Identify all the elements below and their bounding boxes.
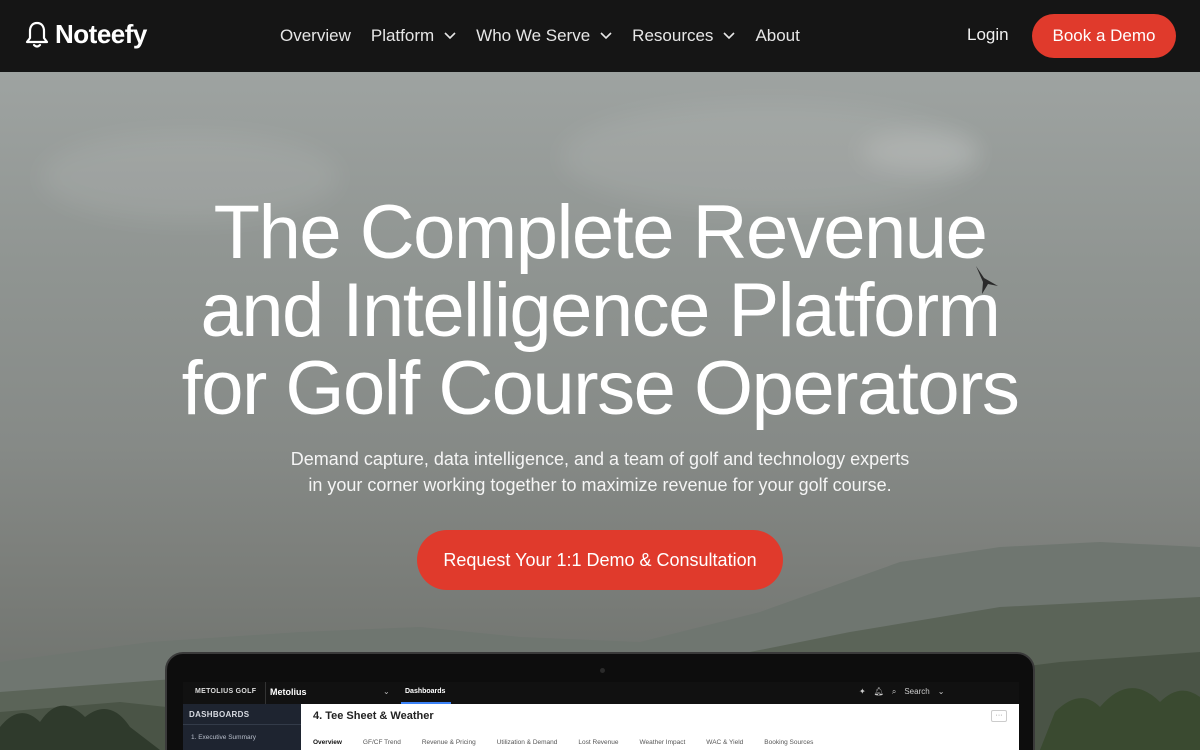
dashboard-toolbar: ✦ 🔔︎ ⌕ Search ⌄ [859,687,944,697]
chevron-down-icon [600,32,612,40]
tab-lost-revenue[interactable]: Lost Revenue [578,739,618,746]
active-tab-underline [401,702,451,704]
divider [265,682,266,704]
hero-section: The Complete Revenue and Intelligence Pl… [0,72,1200,750]
camera-dot [600,668,605,673]
nav-links: Overview Platform Who We Serve Resources… [280,0,820,72]
dashboard-page-title: 4. Tee Sheet & Weather [313,710,434,722]
sidebar-heading: DASHBOARDS [189,710,250,719]
search-icon[interactable]: ⌕ [892,687,896,697]
bell-icon[interactable]: 🔔︎ [874,687,884,697]
chevron-down-icon [723,32,736,40]
nav-who-we-serve[interactable]: Who We Serve [476,26,612,46]
headline-line-1: The Complete Revenue [213,190,988,275]
dashboard-screen: METOLIUS GOLF Metolius ⌄ Dashboards ✦ 🔔︎… [183,682,1019,750]
chevron-down-icon: ⌄ [937,687,945,696]
tab-dashboards[interactable]: Dashboards [405,688,445,695]
hero-subtitle: Demand capture, data intelligence, and a… [200,446,1000,498]
tab-revenue-pricing[interactable]: Revenue & Pricing [422,739,476,746]
brand-logo[interactable]: Noteefy [25,19,147,50]
more-options-icon[interactable]: ··· [991,710,1007,722]
nav-platform-label: Platform [370,26,435,45]
nav-about-label: About [755,26,800,45]
chevron-down-icon [444,32,456,40]
property-selector[interactable]: Metolius [270,687,307,697]
sidebar-item-executive-summary[interactable]: 1. Executive Summary [191,734,256,741]
dashboard-topbar: METOLIUS GOLF Metolius ⌄ Dashboards ✦ 🔔︎… [183,682,1019,704]
hero-headline: The Complete Revenue and Intelligence Pl… [100,194,1100,428]
bell-icon [25,21,49,48]
nav-about[interactable]: About [755,26,799,46]
tab-overview[interactable]: Overview [313,739,342,746]
request-demo-button[interactable]: Request Your 1:1 Demo & Consultation [417,530,783,590]
tab-weather-impact[interactable]: Weather Impact [640,739,686,746]
laptop-mockup: METOLIUS GOLF Metolius ⌄ Dashboards ✦ 🔔︎… [165,652,1035,750]
nav-resources-label: Resources [632,26,714,45]
nav-overview-label: Overview [280,26,351,45]
tab-booking-sources[interactable]: Booking Sources [764,739,813,746]
dashboard-tabs: Overview GF/CF Trend Revenue & Pricing U… [313,739,813,746]
tab-utilization-demand[interactable]: Utilization & Demand [497,739,558,746]
tab-wac-yield[interactable]: WAC & Yield [706,739,743,746]
dashboard-brand: METOLIUS GOLF [195,688,257,695]
chevron-down-icon: ⌄ [383,687,390,696]
divider [183,724,301,725]
nav-overview[interactable]: Overview [280,26,351,46]
login-link[interactable]: Login [967,25,1009,45]
brand-name: Noteefy [55,19,147,49]
sparkle-icon[interactable]: ✦ [859,687,866,697]
nav-resources[interactable]: Resources [632,26,736,46]
search-label[interactable]: Search [904,687,929,697]
tab-gf-cf-trend[interactable]: GF/CF Trend [363,739,401,746]
top-navbar: Noteefy Overview Platform Who We Serve R… [0,0,1200,72]
book-demo-button[interactable]: Book a Demo [1032,14,1176,58]
subtitle-line-2: in your corner working together to maxim… [308,475,892,495]
subtitle-line-1: Demand capture, data intelligence, and a… [290,449,910,469]
cloud-decoration [860,132,980,172]
nav-platform[interactable]: Platform [371,26,456,46]
nav-who-we-serve-label: Who We Serve [476,26,591,45]
dashboard-sidebar: DASHBOARDS 1. Executive Summary [183,704,301,750]
headline-line-2: and Intelligence Platform [200,268,1001,353]
headline-line-3: for Golf Course Operators [181,346,1020,431]
